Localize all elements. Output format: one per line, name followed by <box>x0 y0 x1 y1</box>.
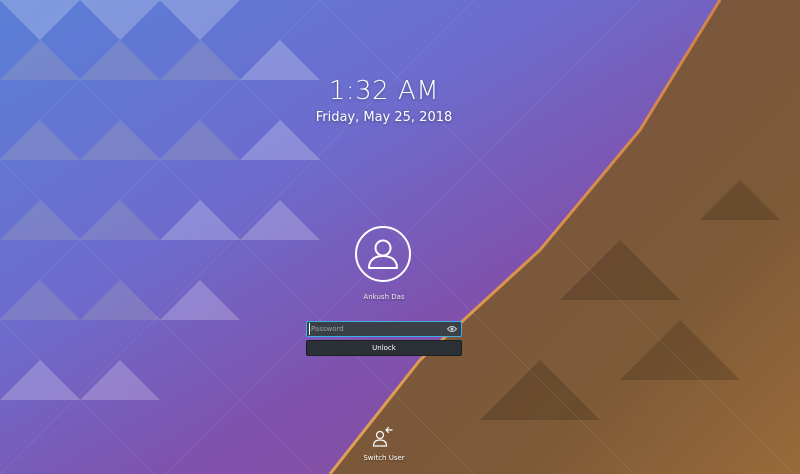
switch-user-label: Switch User <box>363 454 405 462</box>
lock-screen: 1:32 AM Friday, May 25, 2018 Ankush Das … <box>0 0 800 474</box>
user-silhouette-icon <box>368 239 398 269</box>
clock-time: 1:32 AM <box>328 76 440 106</box>
user-avatar[interactable] <box>355 226 411 282</box>
eye-icon[interactable] <box>447 325 457 333</box>
unlock-button[interactable]: Unlock <box>306 340 462 356</box>
switch-user-button[interactable]: Switch User <box>358 424 410 464</box>
user-name: Ankush Das <box>363 293 405 301</box>
clock-date: Friday, May 25, 2018 <box>315 110 453 125</box>
switch-user-icon <box>372 426 393 447</box>
password-field[interactable] <box>306 321 462 337</box>
password-input[interactable] <box>309 323 441 335</box>
